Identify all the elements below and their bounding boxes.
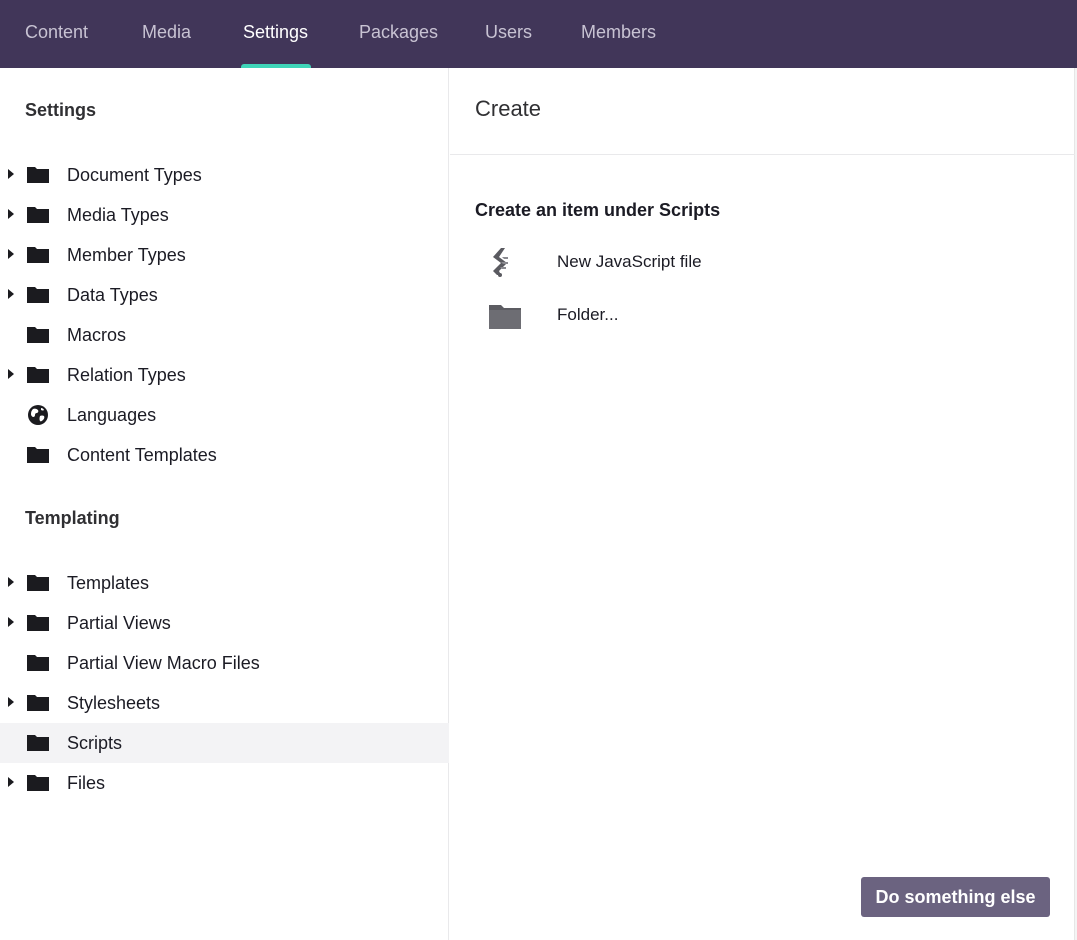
javascript-file-icon bbox=[493, 248, 508, 277]
folder-icon bbox=[27, 615, 49, 631]
tree-item-document-types[interactable]: Document Types bbox=[0, 155, 449, 195]
folder-icon bbox=[27, 207, 49, 223]
tree-item-partial-view-macro-files[interactable]: Partial View Macro Files bbox=[0, 643, 449, 683]
folder-icon bbox=[27, 735, 49, 751]
tree-item-content-templates[interactable]: Content Templates bbox=[0, 435, 449, 475]
tab-members[interactable]: Members bbox=[581, 0, 656, 68]
tree-item-partial-views[interactable]: Partial Views bbox=[0, 603, 449, 643]
tab-users[interactable]: Users bbox=[485, 0, 532, 68]
tree-item-languages[interactable]: Languages bbox=[0, 395, 449, 435]
tab-packages[interactable]: Packages bbox=[359, 0, 438, 68]
expand-caret-icon[interactable] bbox=[8, 577, 14, 587]
tree-item-macros[interactable]: Macros bbox=[0, 315, 449, 355]
tree-item-data-types[interactable]: Data Types bbox=[0, 275, 449, 315]
tree-item-files[interactable]: Files bbox=[0, 763, 449, 803]
expand-caret-icon[interactable] bbox=[8, 249, 14, 259]
folder-icon bbox=[27, 447, 49, 463]
folder-icon bbox=[27, 575, 49, 591]
folder-icon bbox=[489, 305, 521, 329]
expand-caret-icon[interactable] bbox=[8, 777, 14, 787]
panel-title: Create bbox=[475, 96, 542, 121]
do-something-else-button[interactable]: Do something else bbox=[861, 877, 1050, 917]
tab-settings[interactable]: Settings bbox=[241, 0, 312, 68]
top-navigation: Content Media Settings Packages Users Me… bbox=[0, 0, 1077, 68]
globe-icon bbox=[28, 405, 48, 425]
create-heading: Create an item under Scripts bbox=[475, 200, 721, 220]
tree-item-scripts[interactable]: Scripts bbox=[0, 723, 449, 763]
new-javascript-file-option[interactable]: New JavaScript file bbox=[475, 240, 875, 284]
expand-caret-icon[interactable] bbox=[8, 209, 14, 219]
sidebar-tree: Settings Document Types Media Types Memb… bbox=[0, 68, 449, 940]
folder-icon bbox=[27, 367, 49, 383]
folder-icon bbox=[27, 287, 49, 303]
folder-icon bbox=[27, 167, 49, 183]
expand-caret-icon[interactable] bbox=[8, 289, 14, 299]
folder-icon bbox=[27, 775, 49, 791]
expand-caret-icon[interactable] bbox=[8, 697, 14, 707]
create-panel: Create Create an item under Scripts New … bbox=[450, 68, 1075, 940]
tree-item-relation-types[interactable]: Relation Types bbox=[0, 355, 449, 395]
tree-item-member-types[interactable]: Member Types bbox=[0, 235, 449, 275]
tab-media[interactable]: Media bbox=[142, 0, 191, 68]
tree-item-media-types[interactable]: Media Types bbox=[0, 195, 449, 235]
tree-item-templates[interactable]: Templates bbox=[0, 563, 449, 603]
expand-caret-icon[interactable] bbox=[8, 369, 14, 379]
folder-icon bbox=[27, 655, 49, 671]
folder-option[interactable]: Folder... bbox=[475, 293, 875, 337]
panel-header: Create bbox=[450, 68, 1075, 155]
folder-icon bbox=[27, 247, 49, 263]
section-title-templating: Templating bbox=[25, 508, 120, 528]
tree-item-stylesheets[interactable]: Stylesheets bbox=[0, 683, 449, 723]
expand-caret-icon[interactable] bbox=[8, 617, 14, 627]
tab-content[interactable]: Content bbox=[25, 0, 88, 68]
section-title-settings: Settings bbox=[25, 100, 97, 120]
expand-caret-icon[interactable] bbox=[8, 169, 14, 179]
folder-icon bbox=[27, 695, 49, 711]
folder-icon bbox=[27, 327, 49, 343]
